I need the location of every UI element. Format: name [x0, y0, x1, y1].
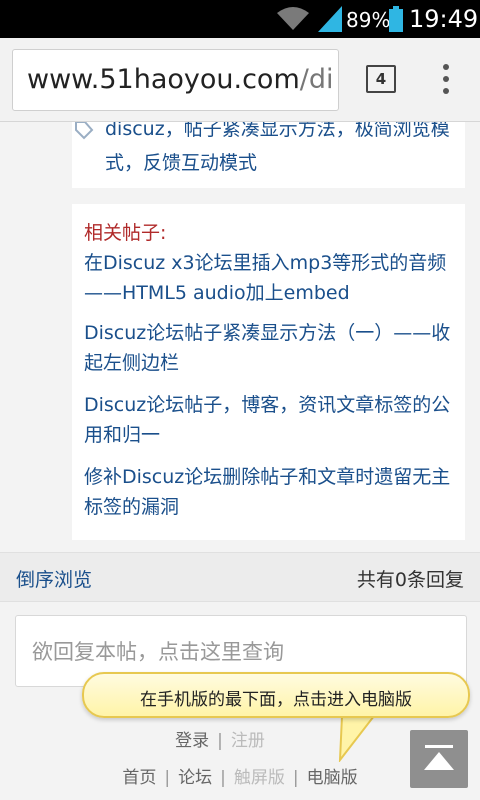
footer-separator: | — [220, 768, 226, 788]
touch-version-link[interactable]: 触屏版 — [234, 768, 285, 788]
footer-separator: | — [217, 731, 223, 751]
login-link[interactable]: 登录 — [175, 731, 209, 751]
wifi-icon — [277, 7, 309, 30]
home-link[interactable]: 首页 — [122, 768, 156, 788]
tags-text[interactable]: discuz，帖子紧凑显示方法，极简浏览模式，反馈互动模式 — [105, 122, 460, 180]
menu-dot-icon — [443, 64, 449, 70]
tags-card: discuz，帖子紧凑显示方法，极简浏览模式，反馈互动模式 — [72, 122, 465, 188]
callout-tail — [338, 716, 374, 762]
url-path: /di — [299, 64, 334, 95]
footer-separator: | — [164, 768, 171, 788]
footer-account-links: 登录 | 注册 — [0, 726, 480, 751]
callout-text: 在手机版的最下面，点击进入电脑版 — [140, 690, 412, 710]
status-bar: 89% 19:49 — [0, 0, 480, 38]
tab-switcher-button[interactable]: 4 — [366, 65, 396, 93]
footer-nav-links: 首页 | 论坛 | 触屏版 | 电脑版 — [0, 763, 480, 788]
related-posts-card: 相关帖子: 在Discuz x3论坛里插入mp3等形式的音频——HTML5 au… — [72, 204, 465, 540]
overflow-menu-button[interactable] — [438, 64, 454, 96]
url-host: www.51haoyou.com — [27, 64, 300, 95]
browser-toolbar: www.51haoyou.com/di 4 — [0, 38, 480, 122]
related-post-link[interactable]: 修补Discuz论坛删除帖子和文章时遗留无主标签的漏洞 — [84, 462, 456, 522]
back-to-top-button[interactable] — [410, 730, 468, 788]
related-post-link[interactable]: 在Discuz x3论坛里插入mp3等形式的音频——HTML5 audio加上e… — [84, 248, 456, 308]
url-text[interactable]: www.51haoyou.com/di — [27, 64, 334, 95]
forum-link[interactable]: 论坛 — [178, 768, 212, 788]
related-post-link[interactable]: Discuz论坛帖子，博客，资讯文章标签的公用和归一 — [84, 390, 456, 450]
reverse-order-link[interactable]: 倒序浏览 — [16, 565, 92, 592]
up-arrow-icon — [424, 752, 454, 770]
reply-count: 共有0条回复 — [356, 569, 464, 591]
back-to-top-bar-icon — [425, 745, 453, 748]
footer-separator: | — [292, 768, 299, 788]
menu-dot-icon — [443, 76, 449, 82]
reply-bar: 倒序浏览 共有0条回复 — [0, 552, 480, 602]
related-post-link[interactable]: Discuz论坛帖子紧凑显示方法（一）——收起左侧边栏 — [84, 318, 456, 378]
menu-dot-icon — [443, 88, 449, 94]
signal-icon — [318, 6, 342, 32]
tag-icon — [75, 122, 94, 140]
register-link[interactable]: 注册 — [231, 731, 265, 751]
status-time: 19:49 — [409, 5, 479, 33]
battery-icon — [389, 6, 403, 32]
battery-percent: 89% — [346, 8, 391, 32]
desktop-version-link[interactable]: 电脑版 — [307, 768, 358, 788]
url-bar[interactable]: www.51haoyou.com/di — [12, 49, 339, 111]
related-posts-title: 相关帖子: — [84, 222, 167, 244]
annotation-callout: 在手机版的最下面，点击进入电脑版 — [82, 672, 470, 718]
